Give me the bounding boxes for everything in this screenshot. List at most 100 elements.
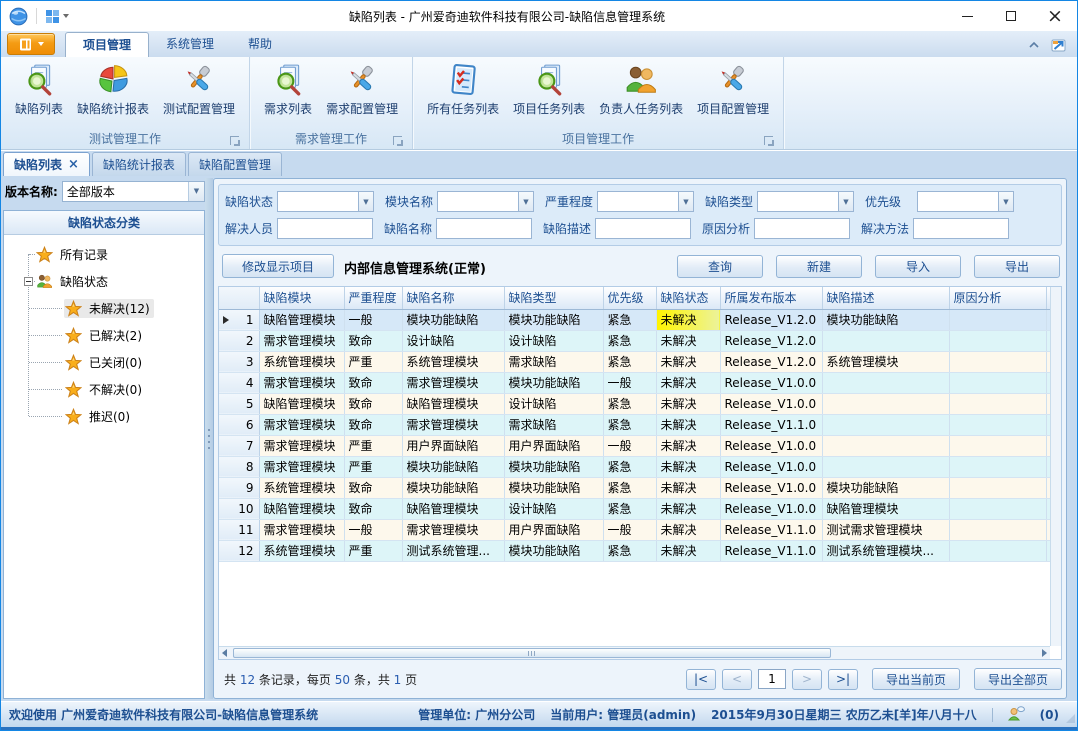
table-row[interactable]: 11需求管理模块一般需求管理模块用户界面缺陷一般未解决Release_V1.1.… bbox=[219, 519, 1062, 540]
ribbon-button[interactable]: 所有任务列表 bbox=[421, 59, 505, 118]
vertical-scrollbar[interactable] bbox=[1050, 287, 1061, 646]
chevron-down-icon[interactable]: ▼ bbox=[998, 191, 1014, 212]
row-selector[interactable]: 7 bbox=[219, 435, 259, 456]
messages-icon[interactable] bbox=[1008, 706, 1025, 724]
dialog-launcher-icon[interactable] bbox=[764, 136, 773, 145]
collapse-ribbon-icon[interactable] bbox=[1028, 41, 1040, 49]
scroll-right-icon[interactable] bbox=[1042, 649, 1047, 657]
column-header[interactable]: 缺陷状态 bbox=[656, 287, 720, 309]
ribbon-button[interactable]: 负责人任务列表 bbox=[593, 59, 689, 118]
row-selector[interactable]: 3 bbox=[219, 351, 259, 372]
next-page-button[interactable]: > bbox=[792, 669, 822, 690]
ribbon-button[interactable]: 项目任务列表 bbox=[507, 59, 591, 118]
search-button[interactable]: 查询 bbox=[677, 255, 763, 278]
table-row[interactable]: 7需求管理模块严重用户界面缺陷用户界面缺陷一般未解决Release_V1.0.0 bbox=[219, 435, 1062, 456]
row-selector[interactable]: 5 bbox=[219, 393, 259, 414]
column-header[interactable]: 优先级 bbox=[603, 287, 656, 309]
tree-item[interactable]: 缺陷状态 bbox=[4, 268, 204, 295]
row-selector[interactable]: 10 bbox=[219, 498, 259, 519]
column-header[interactable]: 缺陷名称 bbox=[402, 287, 504, 309]
column-header[interactable]: 缺陷模块 bbox=[259, 287, 344, 309]
ribbon-button[interactable]: 测试配置管理 bbox=[157, 59, 241, 118]
close-tab-icon[interactable]: × bbox=[68, 158, 79, 171]
tree-item[interactable]: 已关闭(0) bbox=[4, 349, 204, 376]
column-header[interactable]: 缺陷类型 bbox=[504, 287, 603, 309]
chevron-down-icon[interactable]: ▼ bbox=[678, 191, 694, 212]
tree-item[interactable]: 已解决(2) bbox=[4, 322, 204, 349]
tree-item[interactable]: 所有记录 bbox=[4, 241, 204, 268]
dialog-launcher-icon[interactable] bbox=[230, 136, 239, 145]
row-selector[interactable]: 1 bbox=[219, 309, 259, 330]
doc-tab-defect-list[interactable]: 缺陷列表 × bbox=[3, 152, 90, 176]
first-page-button[interactable]: |< bbox=[686, 669, 716, 690]
filter-input[interactable] bbox=[437, 191, 518, 212]
filter-input[interactable] bbox=[754, 218, 850, 239]
import-button[interactable]: 导入 bbox=[875, 255, 961, 278]
table-row[interactable]: 9系统管理模块致命模块功能缺陷模块功能缺陷紧急未解决Release_V1.0.0… bbox=[219, 477, 1062, 498]
row-selector[interactable]: 11 bbox=[219, 519, 259, 540]
ribbon-tab-help[interactable]: 帮助 bbox=[231, 31, 289, 57]
resize-grip[interactable] bbox=[1066, 714, 1075, 723]
minimize-button[interactable] bbox=[945, 1, 989, 31]
column-header[interactable]: 缺陷描述 bbox=[822, 287, 949, 309]
horizontal-scrollbar[interactable] bbox=[219, 646, 1050, 659]
row-selector[interactable]: 8 bbox=[219, 456, 259, 477]
prev-page-button[interactable]: < bbox=[722, 669, 752, 690]
page-input[interactable] bbox=[758, 669, 786, 689]
version-select[interactable]: 全部版本 ▼ bbox=[62, 181, 205, 202]
last-page-button[interactable]: >| bbox=[828, 669, 858, 690]
filter-input[interactable] bbox=[917, 191, 998, 212]
row-selector[interactable]: 12 bbox=[219, 540, 259, 561]
column-header[interactable]: 所属发布版本 bbox=[720, 287, 822, 309]
table-row[interactable]: 8需求管理模块严重模块功能缺陷模块功能缺陷紧急未解决Release_V1.0.0 bbox=[219, 456, 1062, 477]
ribbon-window-switch-icon[interactable] bbox=[1050, 37, 1067, 53]
doc-tab-defect-report[interactable]: 缺陷统计报表 bbox=[92, 152, 186, 176]
ribbon-button[interactable]: 需求配置管理 bbox=[320, 59, 404, 118]
table-row[interactable]: 10缺陷管理模块致命缺陷管理模块设计缺陷紧急未解决Release_V1.0.0缺… bbox=[219, 498, 1062, 519]
export-all-pages-button[interactable]: 导出全部页 bbox=[974, 668, 1062, 690]
table-row[interactable]: 4需求管理模块致命需求管理模块模块功能缺陷一般未解决Release_V1.0.0 bbox=[219, 372, 1062, 393]
quick-access-toolbar-icon[interactable] bbox=[45, 9, 69, 24]
table-row[interactable]: 6需求管理模块致命需求管理模块需求缺陷紧急未解决Release_V1.1.0 bbox=[219, 414, 1062, 435]
ribbon-button[interactable]: 缺陷统计报表 bbox=[71, 59, 155, 118]
tree-item[interactable]: 推迟(0) bbox=[4, 403, 204, 430]
table-row[interactable]: 3系统管理模块严重系统管理模块需求缺陷紧急未解决Release_V1.2.0系统… bbox=[219, 351, 1062, 372]
chevron-down-icon[interactable]: ▼ bbox=[358, 191, 374, 212]
chevron-down-icon[interactable]: ▼ bbox=[838, 191, 854, 212]
filter-input[interactable] bbox=[595, 218, 691, 239]
close-button[interactable]: × bbox=[1033, 1, 1077, 31]
filter-input[interactable] bbox=[277, 218, 373, 239]
row-selector[interactable]: 6 bbox=[219, 414, 259, 435]
chevron-down-icon[interactable]: ▼ bbox=[188, 182, 204, 201]
modify-display-button[interactable]: 修改显示项目 bbox=[222, 254, 334, 278]
tree-item[interactable]: 不解决(0) bbox=[4, 376, 204, 403]
table-row[interactable]: 12系统管理模块严重测试系统管理...模块功能缺陷紧急未解决Release_V1… bbox=[219, 540, 1062, 561]
table-row[interactable]: 5缺陷管理模块致命缺陷管理模块设计缺陷紧急未解决Release_V1.0.0 bbox=[219, 393, 1062, 414]
table-row[interactable]: 1缺陷管理模块一般模块功能缺陷模块功能缺陷紧急未解决Release_V1.2.0… bbox=[219, 309, 1062, 330]
app-menu-button[interactable] bbox=[7, 33, 55, 55]
row-selector[interactable]: 9 bbox=[219, 477, 259, 498]
scrollbar-thumb[interactable] bbox=[233, 648, 831, 658]
table-row[interactable]: 2需求管理模块致命设计缺陷设计缺陷紧急未解决Release_V1.2.0 bbox=[219, 330, 1062, 351]
filter-input[interactable] bbox=[436, 218, 532, 239]
maximize-button[interactable] bbox=[989, 1, 1033, 31]
ribbon-tab-system-management[interactable]: 系统管理 bbox=[149, 31, 231, 57]
ribbon-button[interactable]: 缺陷列表 bbox=[9, 59, 69, 118]
column-header[interactable]: 严重程度 bbox=[344, 287, 402, 309]
row-selector[interactable]: 2 bbox=[219, 330, 259, 351]
ribbon-tab-project-management[interactable]: 项目管理 bbox=[65, 32, 149, 57]
doc-tab-defect-config[interactable]: 缺陷配置管理 bbox=[188, 152, 282, 176]
export-button[interactable]: 导出 bbox=[974, 255, 1060, 278]
filter-input[interactable] bbox=[597, 191, 678, 212]
row-selector[interactable]: 4 bbox=[219, 372, 259, 393]
column-header[interactable]: 原因分析 bbox=[949, 287, 1046, 309]
tree-item[interactable]: 未解决(12) bbox=[4, 295, 204, 322]
create-button[interactable]: 新建 bbox=[776, 255, 862, 278]
export-current-page-button[interactable]: 导出当前页 bbox=[872, 668, 960, 690]
collapse-icon[interactable] bbox=[24, 277, 33, 286]
filter-input[interactable] bbox=[277, 191, 358, 212]
filter-input[interactable] bbox=[757, 191, 838, 212]
ribbon-button[interactable]: 项目配置管理 bbox=[691, 59, 775, 118]
scroll-left-icon[interactable] bbox=[222, 649, 227, 657]
chevron-down-icon[interactable]: ▼ bbox=[518, 191, 534, 212]
